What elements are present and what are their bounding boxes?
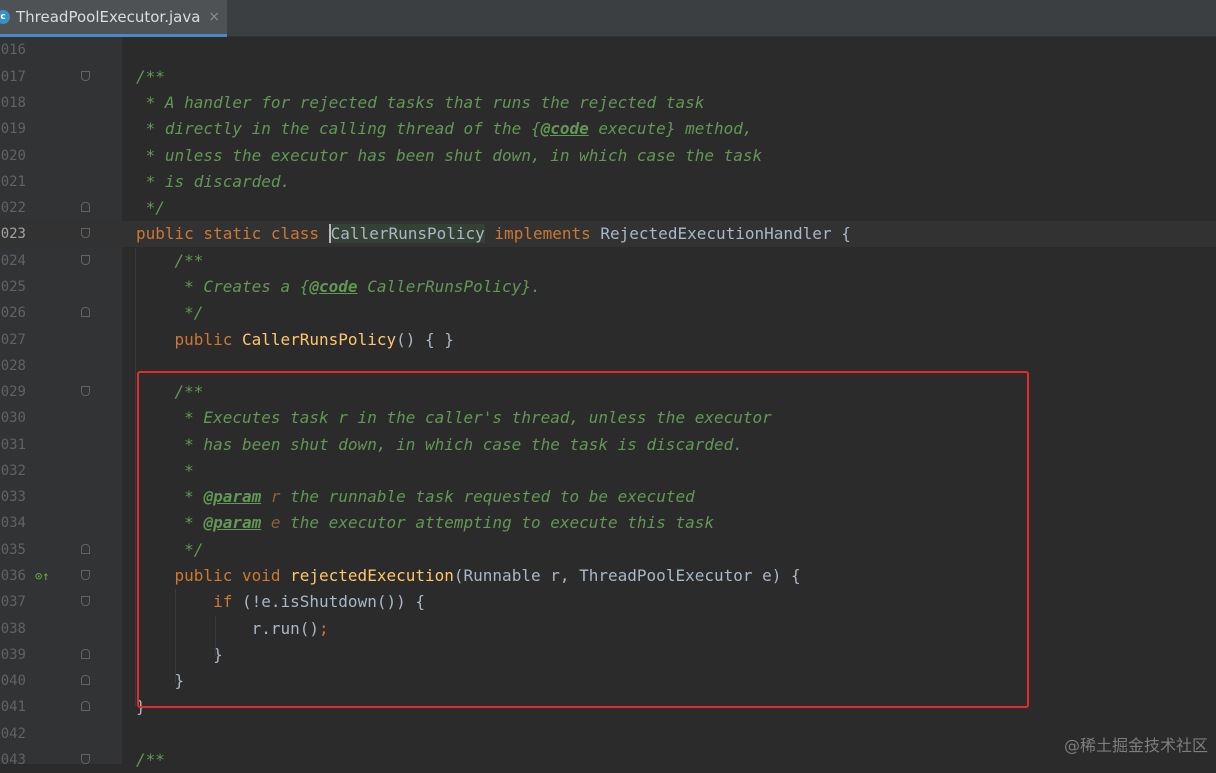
fold-icon[interactable] [81, 228, 90, 238]
code-text: * unless the executor has been shut down… [136, 146, 763, 165]
line-number: 019 [0, 121, 26, 137]
line-number: 040 [0, 673, 26, 689]
fold-icon[interactable] [81, 701, 90, 711]
line-number: 031 [0, 437, 26, 453]
code-text: */ [136, 303, 204, 322]
code-text: * is discarded. [136, 172, 291, 191]
tab-title: ThreadPoolExecutor.java [16, 8, 201, 26]
line-number: 024 [0, 253, 26, 269]
line-number: 043 [0, 752, 26, 768]
line-number: 025 [0, 279, 26, 295]
line-number: 021 [0, 174, 26, 190]
line-number: 026 [0, 305, 26, 321]
code-text: * directly in the calling thread of the … [136, 119, 753, 138]
line-number: 029 [0, 384, 26, 400]
line-number: 035 [0, 542, 26, 558]
fold-icon[interactable] [81, 307, 90, 317]
fold-icon[interactable] [81, 202, 90, 212]
line-number: 018 [0, 95, 26, 111]
java-class-icon: c [0, 10, 10, 24]
fold-icon[interactable] [81, 649, 90, 659]
code-line: 027 public CallerRunsPolicy() { } [0, 327, 1216, 353]
fold-icon[interactable] [81, 570, 90, 580]
line-number: 016 [0, 42, 26, 58]
line-number: 020 [0, 148, 26, 164]
fold-icon[interactable] [81, 544, 90, 554]
fold-icon[interactable] [81, 675, 90, 685]
code-line: 022 */ [0, 195, 1216, 221]
code-text: public static class CallerRunsPolicy imp… [136, 224, 851, 243]
highlight-box [137, 371, 1029, 708]
line-number: 041 [0, 699, 26, 715]
code-text: /** [136, 750, 165, 769]
editor-tab-bar: c ThreadPoolExecutor.java × [0, 0, 1216, 37]
line-number: 023 [0, 226, 26, 242]
tab-threadpoolexecutor[interactable]: c ThreadPoolExecutor.java × [0, 0, 227, 37]
code-text: /** [136, 251, 204, 270]
code-line: 042 [0, 721, 1216, 747]
code-line: 024 /** [0, 248, 1216, 274]
code-line: 025 * Creates a {@code CallerRunsPolicy}… [0, 274, 1216, 300]
line-number: 033 [0, 489, 26, 505]
code-line: 016 [0, 37, 1216, 63]
line-number: 022 [0, 200, 26, 216]
indent-guide [135, 248, 136, 706]
code-text: * A handler for rejected tasks that runs… [136, 93, 705, 112]
line-number: 017 [0, 69, 26, 85]
line-number: 027 [0, 332, 26, 348]
fold-icon[interactable] [81, 71, 90, 81]
line-number: 030 [0, 410, 26, 426]
code-text: public CallerRunsPolicy() { } [174, 330, 454, 349]
code-line-current: 023 public static class CallerRunsPolicy… [0, 221, 1216, 247]
fold-icon[interactable] [81, 596, 90, 606]
code-line: 026 */ [0, 300, 1216, 326]
line-number: 037 [0, 594, 26, 610]
line-number: 039 [0, 647, 26, 663]
line-number: 032 [0, 463, 26, 479]
fold-icon[interactable] [81, 255, 90, 265]
line-number: 028 [0, 358, 26, 374]
code-text: /** [136, 67, 165, 86]
watermark: @稀土掘金技术社区 [1063, 736, 1208, 755]
code-line: 019 * directly in the calling thread of … [0, 116, 1216, 142]
line-number: 042 [0, 726, 26, 742]
code-line: 043 /** [0, 747, 1216, 773]
code-line: 021 * is discarded. [0, 169, 1216, 195]
fold-icon[interactable] [81, 386, 90, 396]
line-number: 038 [0, 621, 26, 637]
line-number: 036 [0, 568, 26, 584]
line-number: 034 [0, 515, 26, 531]
code-text: */ [136, 198, 165, 217]
code-text: * Creates a {@code CallerRunsPolicy}. [136, 277, 541, 296]
code-line: 017 /** [0, 64, 1216, 90]
fold-icon[interactable] [81, 754, 90, 764]
code-line: 020 * unless the executor has been shut … [0, 143, 1216, 169]
override-marker-icon[interactable]: ⊙↑ [35, 569, 49, 583]
close-icon[interactable]: × [208, 9, 220, 25]
code-line: 018 * A handler for rejected tasks that … [0, 90, 1216, 116]
